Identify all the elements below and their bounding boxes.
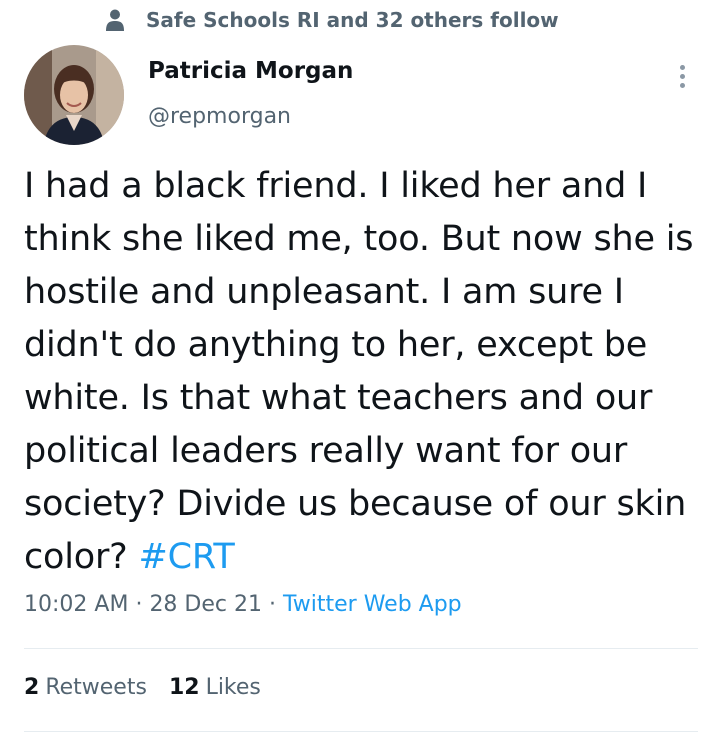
retweets-label: Retweets [45, 675, 147, 700]
likes-label: Likes [205, 675, 261, 700]
tweet-date[interactable]: 28 Dec 21 [149, 592, 262, 617]
meta-separator: · [268, 592, 276, 617]
author-handle[interactable]: @repmorgan [148, 104, 291, 129]
tweet-metadata: 10:02 AM · 28 Dec 21 · Twitter Web App [24, 592, 462, 617]
avatar[interactable] [24, 45, 124, 145]
divider [24, 731, 698, 732]
hashtag-link[interactable]: #CRT [139, 537, 235, 577]
tweet-text: I had a black friend. I liked her and I … [24, 160, 714, 584]
likes-stat[interactable]: 12 Likes [169, 675, 261, 700]
tweet-source-link[interactable]: Twitter Web App [283, 592, 462, 617]
social-context[interactable]: Safe Schools RI and 32 others follow [106, 8, 559, 32]
more-options-icon[interactable] [670, 62, 694, 90]
person-icon [106, 9, 124, 31]
avatar-photo [24, 45, 124, 145]
author-name[interactable]: Patricia Morgan [148, 58, 353, 84]
tweet-body: I had a black friend. I liked her and I … [24, 166, 694, 577]
social-context-text: Safe Schools RI and 32 others follow [146, 8, 559, 32]
engagement-stats: 2 Retweets 12 Likes [24, 675, 261, 700]
meta-separator: · [135, 592, 143, 617]
likes-count: 12 [168, 675, 200, 700]
tweet-time[interactable]: 10:02 AM [24, 592, 128, 617]
divider [24, 648, 698, 649]
retweets-stat[interactable]: 2 Retweets [24, 675, 147, 700]
retweets-count: 2 [24, 675, 40, 700]
